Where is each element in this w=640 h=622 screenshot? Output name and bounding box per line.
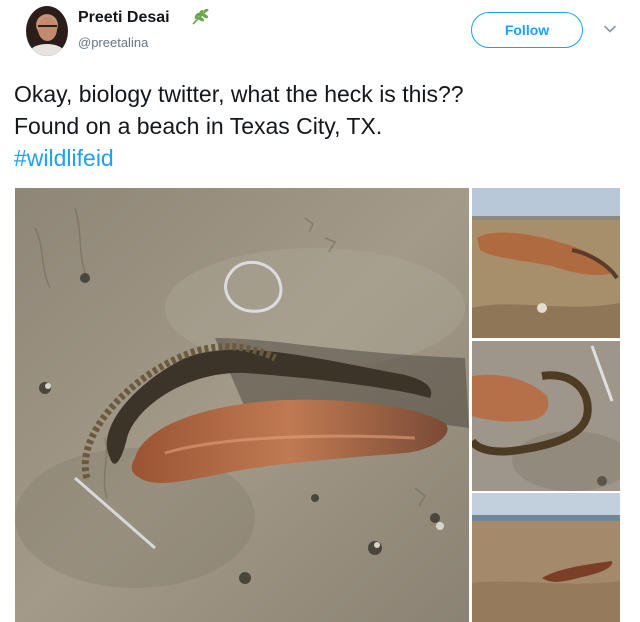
photo-thumbnail-3[interactable] (472, 493, 620, 622)
photo-thumbnail-1-image (472, 188, 620, 338)
tweet-text: Okay, biology twitter, what the heck is … (14, 78, 624, 174)
user-handle[interactable]: @preetalina (78, 35, 148, 50)
photo-thumbnail-1[interactable] (472, 188, 620, 338)
hashtag-link[interactable]: #wildlifeid (14, 142, 624, 174)
tweet-text-line-1: Okay, biology twitter, what the heck is … (14, 81, 464, 107)
tweet-text-line-2: Found on a beach in Texas City, TX. (14, 113, 383, 139)
photo-thumbnail-2-image (472, 341, 620, 491)
tweet-header: Preeti Desai @preetalina Follow (0, 0, 640, 70)
follow-button[interactable]: Follow (471, 12, 583, 48)
photo-main-image (15, 188, 469, 622)
avatar[interactable] (26, 6, 68, 56)
photo-thumbnail-2[interactable] (472, 341, 620, 491)
chevron-down-icon[interactable] (603, 22, 617, 36)
photo-main[interactable] (15, 188, 469, 622)
photo-thumbnail-3-image (472, 493, 620, 622)
leaf-sprig-icon (192, 8, 209, 25)
display-name[interactable]: Preeti Desai (78, 9, 170, 27)
